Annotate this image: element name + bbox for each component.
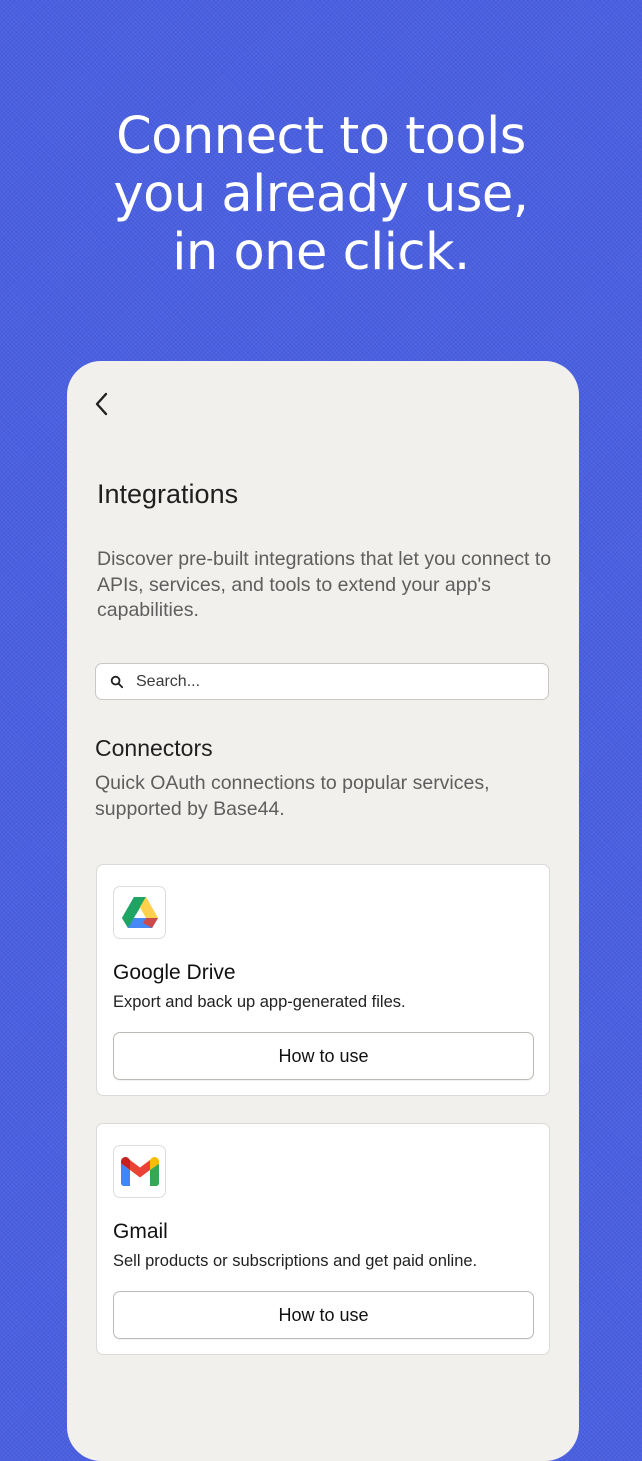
hero-headline-line-3: in one click. bbox=[172, 223, 470, 282]
connectors-section-description: Quick OAuth connections to popular servi… bbox=[95, 772, 490, 820]
hero-headline-line-2: you already use, bbox=[113, 165, 529, 224]
phone-screen: Integrations Discover pre-built integrat… bbox=[67, 361, 579, 1461]
google-drive-icon bbox=[121, 897, 158, 928]
how-to-use-button-gmail[interactable]: How to use bbox=[113, 1291, 534, 1339]
page-title: Integrations bbox=[97, 479, 239, 509]
connector-description: Export and back up app-generated files. bbox=[113, 993, 406, 1011]
how-to-use-button-google-drive[interactable]: How to use bbox=[113, 1032, 534, 1080]
hero-headline-line-1: Connect to tools bbox=[116, 107, 526, 166]
connectors-section-title: Connectors bbox=[95, 735, 213, 761]
connector-name: Google Drive bbox=[113, 961, 236, 984]
connector-description: Sell products or subscriptions and get p… bbox=[113, 1252, 478, 1270]
gmail-logo bbox=[113, 1145, 166, 1198]
connector-card-google-drive: Google Drive Export and back up app-gene… bbox=[96, 864, 550, 1096]
google-drive-logo bbox=[113, 886, 166, 939]
search-input[interactable] bbox=[136, 664, 536, 699]
connector-name: Gmail bbox=[113, 1220, 168, 1243]
hero-headline: Connect to tools you already use, in one… bbox=[0, 108, 642, 282]
connector-card-gmail: Gmail Sell products or subscriptions and… bbox=[96, 1123, 550, 1355]
search-box[interactable] bbox=[95, 663, 549, 700]
back-button[interactable] bbox=[89, 389, 117, 419]
page-description: Discover pre-built integrations that let… bbox=[97, 548, 552, 621]
chevron-left-icon bbox=[95, 392, 108, 416]
gmail-icon bbox=[120, 1157, 159, 1186]
search-icon bbox=[110, 675, 124, 689]
